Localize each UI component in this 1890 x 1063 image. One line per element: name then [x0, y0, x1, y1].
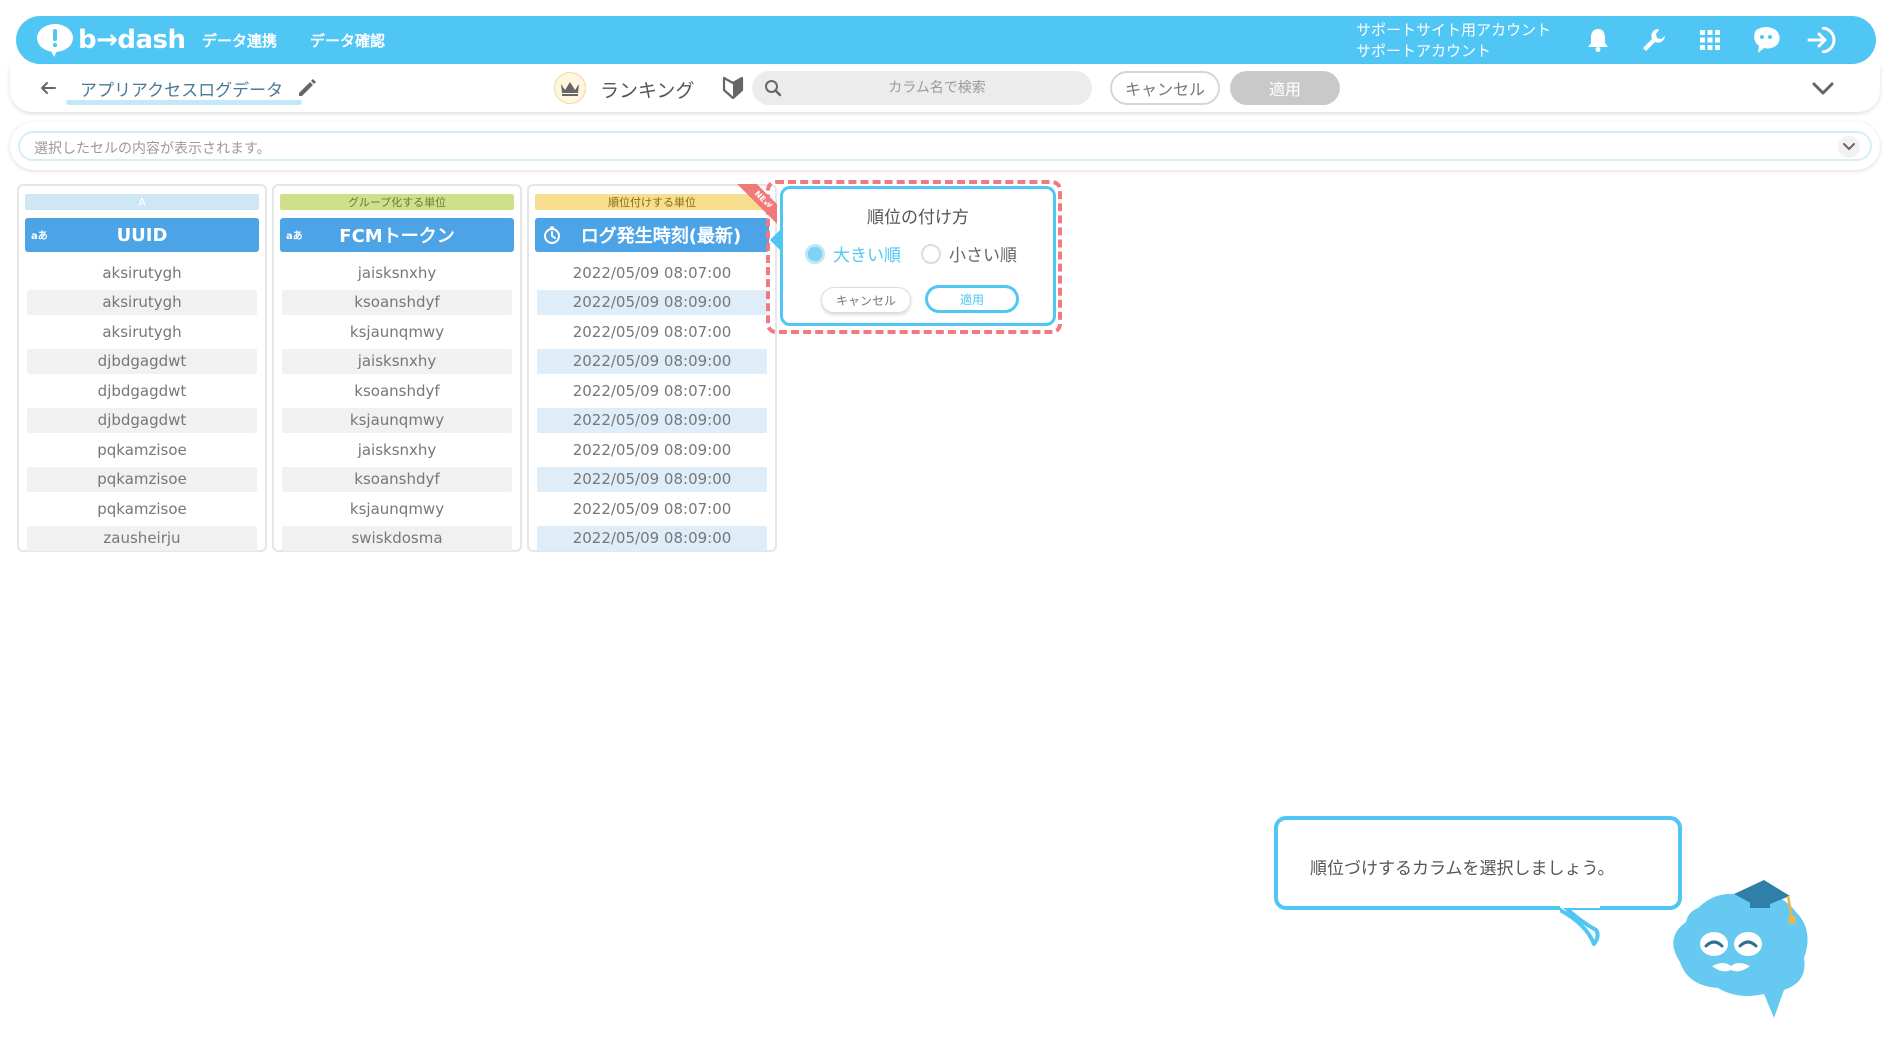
radio-ascending-label[interactable]: 小さい順: [949, 241, 1017, 266]
data-column-fcm-token[interactable]: グループ化する単位 aあ FCMトークン jaisksnxhy ksoanshd…: [272, 184, 522, 552]
table-cell[interactable]: 2022/05/09 08:07:00: [537, 319, 767, 344]
cell-content-field[interactable]: 選択したセルの内容が表示されます。: [18, 131, 1872, 161]
table-cell[interactable]: djbdgagdwt: [27, 407, 257, 433]
table-cell[interactable]: 2022/05/09 08:09:00: [537, 289, 767, 315]
data-column-log-time[interactable]: 順位付けする単位 NEW ログ発生時刻(最新) 2022/05/09 08:07…: [527, 184, 777, 552]
ranking-mode-label: ランキング: [600, 80, 695, 102]
table-cell[interactable]: 2022/05/09 08:09:00: [537, 466, 767, 492]
toolbar-cancel-button[interactable]: キャンセル: [1110, 71, 1220, 105]
table-cell[interactable]: jaisksnxhy: [282, 437, 512, 462]
ranking-order-popover: 順位の付け方 大きい順 小さい順 キャンセル 適用: [780, 186, 1056, 326]
radio-descending[interactable]: [805, 243, 825, 264]
table-cell[interactable]: swiskdosma: [282, 525, 512, 551]
tooltip-tail: [1560, 906, 1600, 946]
search-icon: [765, 80, 782, 97]
bell-icon[interactable]: [1582, 24, 1614, 56]
table-cell[interactable]: 2022/05/09 08:07:00: [537, 378, 767, 403]
popover-apply-button[interactable]: 適用: [925, 285, 1019, 313]
beginner-mark-icon[interactable]: [722, 76, 744, 100]
document-title[interactable]: アプリアクセスログデータ: [80, 76, 290, 101]
logo-text: b→dash: [78, 25, 186, 55]
column-header-label: UUID: [116, 224, 168, 246]
column-tag: A: [25, 194, 259, 210]
logout-icon[interactable]: [1806, 24, 1838, 56]
title-underline: [66, 100, 302, 105]
cell-content-placeholder: 選択したセルの内容が表示されます。: [34, 141, 271, 157]
table-cell[interactable]: aksirutygh: [27, 260, 257, 285]
crown-icon: [554, 72, 586, 104]
column-rows: aksirutygh aksirutygh aksirutygh djbdgag…: [27, 260, 257, 555]
cell-content-bar: 選択したセルの内容が表示されます。: [10, 122, 1880, 170]
table-cell[interactable]: 2022/05/09 08:07:00: [537, 260, 767, 285]
radio-ascending[interactable]: [921, 243, 941, 264]
column-tag: グループ化する単位: [280, 194, 514, 210]
table-cell[interactable]: ksoanshdyf: [282, 289, 512, 315]
guide-tooltip-text: 順位づけするカラムを選択しましょう。: [1310, 859, 1615, 879]
table-cell[interactable]: aksirutygh: [27, 319, 257, 344]
table-cell[interactable]: 2022/05/09 08:09:00: [537, 407, 767, 433]
clock-icon: [544, 226, 560, 244]
table-cell[interactable]: ksjaunqmwy: [282, 496, 512, 521]
table-cell[interactable]: pqkamzisoe: [27, 466, 257, 492]
popover-cancel-button[interactable]: キャンセル: [821, 287, 911, 313]
table-cell[interactable]: djbdgagdwt: [27, 378, 257, 403]
column-header[interactable]: aあ UUID: [25, 218, 259, 252]
column-search[interactable]: [752, 71, 1092, 105]
app-logo[interactable]: b→dash: [36, 22, 186, 58]
table-cell[interactable]: ksoanshdyf: [282, 378, 512, 403]
table-cell[interactable]: zausheirju: [27, 525, 257, 551]
table-cell[interactable]: pqkamzisoe: [27, 496, 257, 521]
column-header-label: ログ発生時刻(最新): [580, 226, 742, 247]
mascot-character[interactable]: [1668, 878, 1814, 1020]
column-header[interactable]: aあ FCMトークン: [280, 218, 514, 252]
table-cell[interactable]: pqkamzisoe: [27, 437, 257, 462]
editor-toolbar: アプリアクセスログデータ ランキング キャンセル 適用: [10, 64, 1880, 112]
table-cell[interactable]: ksjaunqmwy: [282, 319, 512, 344]
column-rows: 2022/05/09 08:07:00 2022/05/09 08:09:00 …: [537, 260, 767, 555]
back-arrow-icon[interactable]: [38, 78, 58, 98]
guide-tooltip: 順位づけするカラムを選択しましょう。: [1274, 816, 1682, 910]
table-cell[interactable]: aksirutygh: [27, 289, 257, 315]
mascot-chat-icon[interactable]: [1750, 24, 1782, 56]
top-navbar: b→dash データ連携 データ確認 サポートサイト用アカウント サポートアカウ…: [16, 16, 1876, 64]
table-cell[interactable]: 2022/05/09 08:09:00: [537, 525, 767, 551]
account-info[interactable]: サポートサイト用アカウント サポートアカウント: [1356, 20, 1551, 62]
account-org: サポートサイト用アカウント: [1356, 21, 1552, 39]
column-rows: jaisksnxhy ksoanshdyf ksjaunqmwy jaisksn…: [282, 260, 512, 555]
data-column-uuid[interactable]: A aあ UUID aksirutygh aksirutygh aksiruty…: [17, 184, 267, 552]
logo-bubble-icon: [37, 24, 73, 57]
wrench-icon[interactable]: [1638, 24, 1670, 56]
text-type-badge: aあ: [31, 231, 48, 242]
table-cell[interactable]: 2022/05/09 08:09:00: [537, 348, 767, 374]
chevron-down-icon[interactable]: [1810, 76, 1836, 100]
table-cell[interactable]: 2022/05/09 08:07:00: [537, 496, 767, 521]
edit-pencil-icon[interactable]: [296, 77, 318, 99]
table-cell[interactable]: 2022/05/09 08:09:00: [537, 437, 767, 462]
grid-icon[interactable]: [1694, 24, 1726, 56]
toolbar-apply-button[interactable]: 適用: [1230, 71, 1340, 105]
popover-title: 順位の付け方: [867, 208, 969, 228]
order-radio-group: 大きい順 小さい順: [805, 241, 1037, 266]
table-cell[interactable]: ksoanshdyf: [282, 466, 512, 492]
column-header-label: FCMトークン: [339, 226, 455, 247]
table-cell[interactable]: jaisksnxhy: [282, 348, 512, 374]
account-user: サポートアカウント: [1356, 42, 1492, 60]
nav-data-check[interactable]: データ確認: [310, 30, 385, 51]
cellbar-expand-icon[interactable]: [1838, 136, 1860, 158]
nav-data-integration[interactable]: データ連携: [202, 30, 277, 51]
text-type-badge: aあ: [286, 231, 303, 242]
table-cell[interactable]: jaisksnxhy: [282, 260, 512, 285]
column-search-input[interactable]: [792, 71, 1082, 105]
table-cell[interactable]: ksjaunqmwy: [282, 407, 512, 433]
table-cell[interactable]: djbdgagdwt: [27, 348, 257, 374]
radio-descending-label[interactable]: 大きい順: [833, 241, 901, 266]
column-header[interactable]: ログ発生時刻(最新): [535, 218, 769, 252]
